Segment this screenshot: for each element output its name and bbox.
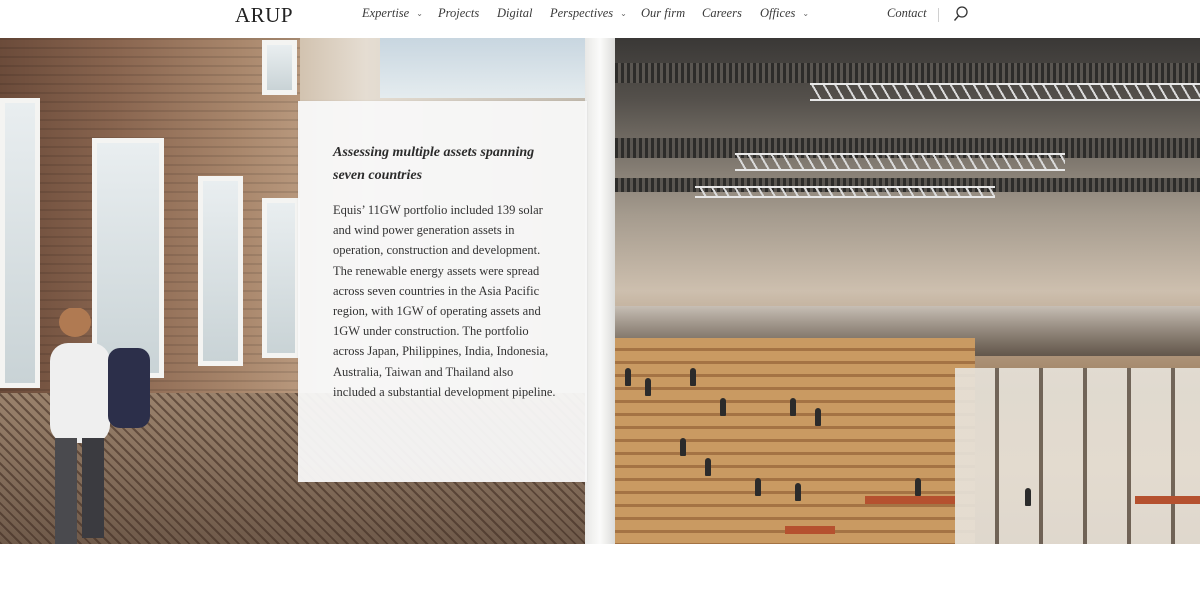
- nav-item-projects[interactable]: Projects: [438, 6, 479, 21]
- person: [915, 478, 921, 496]
- seating-steps: [615, 338, 975, 544]
- window: [198, 176, 243, 366]
- window: [262, 198, 300, 358]
- search-icon[interactable]: [953, 5, 969, 23]
- nav-item-label: Projects: [438, 6, 480, 20]
- nav-item-careers[interactable]: Careers: [702, 6, 742, 21]
- person: [705, 458, 711, 476]
- arup-logo[interactable]: ARUP: [235, 3, 293, 28]
- nav-item-offices[interactable]: Offices ⌄: [760, 6, 809, 21]
- chevron-down-icon: ⌄: [802, 9, 810, 18]
- card-body: Equis’ 11GW portfolio included 139 solar…: [333, 203, 556, 399]
- top-navigation: ARUP Expertise ⌄ Projects Digital Perspe…: [0, 0, 1200, 38]
- skylight: [380, 38, 610, 98]
- person: [625, 368, 631, 386]
- table: [785, 526, 835, 534]
- person: [645, 378, 651, 396]
- person: [795, 483, 801, 501]
- ceiling-truss: [810, 83, 1200, 101]
- project-info-card: Assessing multiple assets spanning seven…: [298, 101, 587, 482]
- card-title: Assessing multiple assets spanning seven…: [333, 145, 535, 183]
- concrete-column: [585, 38, 615, 544]
- person: [1025, 488, 1031, 506]
- nav-item-our-firm[interactable]: Our firm: [641, 6, 685, 21]
- nav-item-label: Perspectives: [550, 6, 614, 20]
- nav-item-label: Contact: [887, 6, 927, 20]
- nav-item-expertise[interactable]: Expertise ⌄: [362, 6, 423, 21]
- table: [1135, 496, 1200, 504]
- person: [690, 368, 696, 386]
- person: [790, 398, 796, 416]
- window: [0, 98, 40, 388]
- student-figure: [50, 308, 150, 544]
- nav-item-perspectives[interactable]: Perspectives ⌄: [550, 6, 627, 21]
- nav-item-label: Expertise: [362, 6, 410, 20]
- table: [865, 496, 955, 504]
- person: [755, 478, 761, 496]
- hero-image: Assessing multiple assets spanning seven…: [0, 38, 1200, 544]
- chevron-down-icon: ⌄: [620, 9, 627, 18]
- person: [680, 438, 686, 456]
- nav-item-label: Offices: [760, 6, 796, 20]
- hero-photo-right: [615, 38, 1200, 544]
- nav-divider: [938, 8, 939, 22]
- nav-item-label: Careers: [702, 6, 742, 20]
- glass-wall: [955, 368, 1200, 544]
- nav-item-label: Our firm: [641, 6, 686, 20]
- ceiling-slats: [615, 63, 1200, 83]
- nav-item-label: Digital: [497, 6, 533, 20]
- nav-item-digital[interactable]: Digital: [497, 6, 532, 21]
- person: [720, 398, 726, 416]
- ceiling-truss: [735, 153, 1065, 171]
- chevron-down-icon: ⌄: [416, 9, 423, 18]
- nav-item-contact[interactable]: Contact: [887, 6, 927, 21]
- window: [262, 40, 297, 95]
- ceiling-truss: [695, 186, 995, 198]
- person: [815, 408, 821, 426]
